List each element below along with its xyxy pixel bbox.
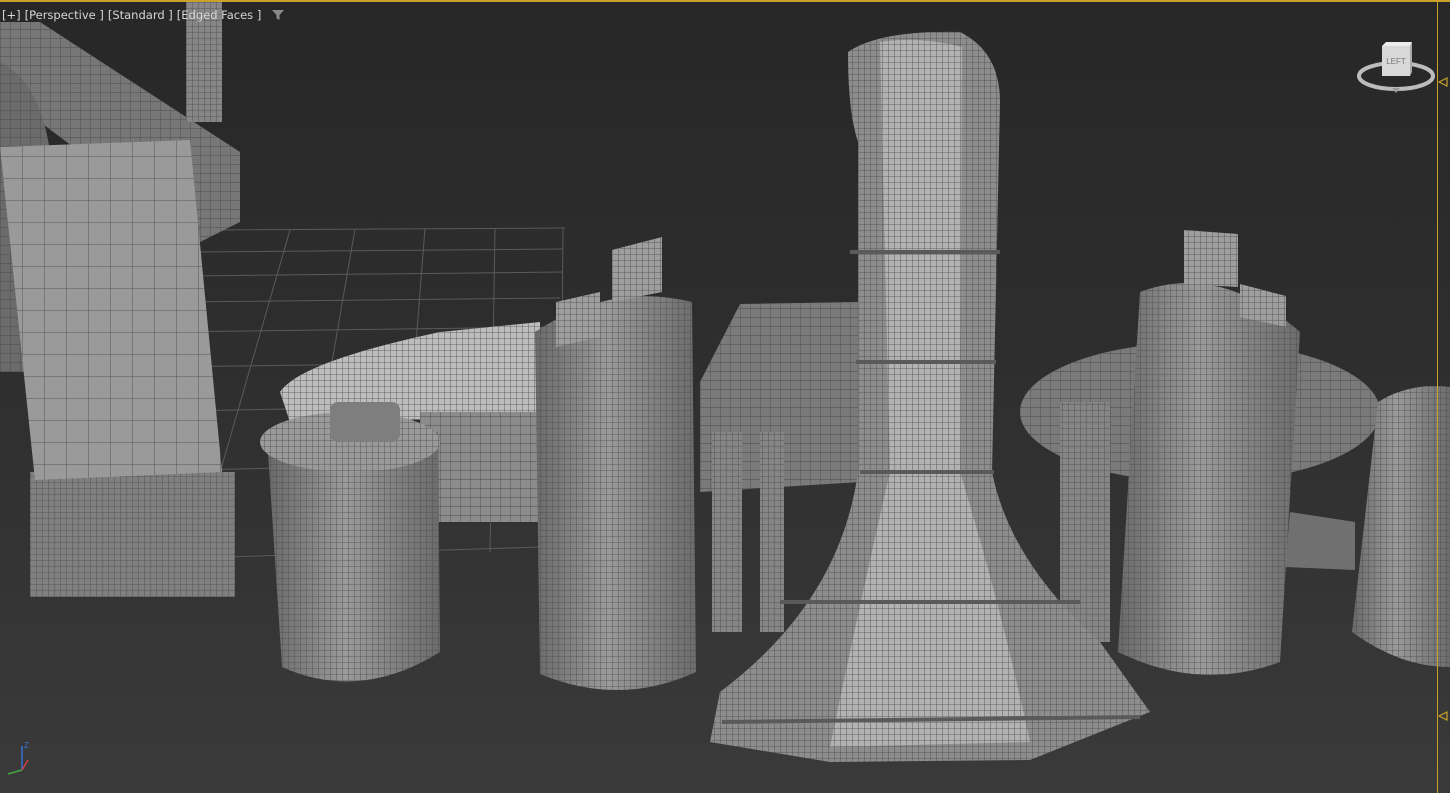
timeline-marker-icon[interactable] bbox=[1438, 77, 1448, 87]
viewcube-face-label: LEFT bbox=[1386, 57, 1406, 66]
viewport-edged-faces-label[interactable]: [Edged Faces ] bbox=[177, 8, 262, 22]
viewport-perspective-label[interactable]: [Perspective ] bbox=[25, 8, 104, 22]
viewport-shading-standard-label[interactable]: [Standard ] bbox=[108, 8, 173, 22]
scene-geometry[interactable] bbox=[0, 2, 1450, 793]
axis-z-label: Z bbox=[24, 741, 29, 750]
viewport-plus-menu[interactable]: [+] bbox=[2, 8, 21, 22]
viewcube-icon[interactable]: LEFT bbox=[1356, 38, 1436, 102]
filter-icon[interactable] bbox=[271, 8, 285, 22]
cylinder-small bbox=[260, 402, 440, 682]
viewport-right-border bbox=[1437, 2, 1438, 793]
cylinder-medium bbox=[535, 237, 696, 691]
viewport-label-menu: [+] [Perspective ] [Standard ] [Edged Fa… bbox=[2, 8, 285, 22]
axis-gizmo-icon: Z bbox=[7, 741, 29, 775]
timeline-marker-icon[interactable] bbox=[1438, 711, 1448, 721]
viewport-perspective[interactable]: [+] [Perspective ] [Standard ] [Edged Fa… bbox=[0, 0, 1450, 793]
